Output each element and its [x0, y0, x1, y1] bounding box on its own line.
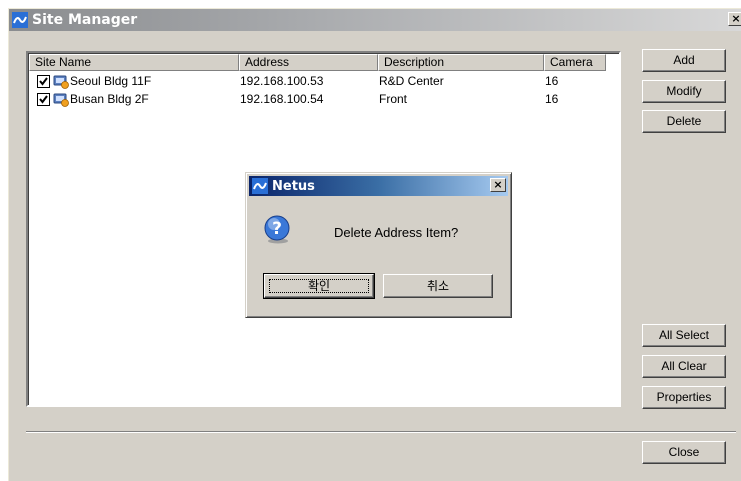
- row-checkbox[interactable]: [37, 93, 50, 106]
- list-header: Site Name Address Description Camera: [29, 54, 606, 71]
- cancel-button-label: 취소: [426, 279, 450, 293]
- row-checkbox[interactable]: [37, 75, 50, 88]
- all-select-button[interactable]: All Select: [642, 324, 726, 347]
- camera-cell: 16: [545, 92, 559, 106]
- column-camera[interactable]: Camera: [544, 54, 606, 71]
- site-icon: [53, 75, 69, 89]
- table-row[interactable]: Busan Bldg 2F 192.168.100.54 Front 16: [29, 90, 619, 108]
- dialog-message: Delete Address Item?: [334, 225, 459, 240]
- description-cell: Front: [379, 92, 408, 106]
- question-icon: ?: [264, 215, 290, 244]
- camera-cell: 16: [545, 74, 559, 88]
- modify-button[interactable]: Modify: [642, 80, 726, 103]
- all-clear-button[interactable]: All Clear: [642, 355, 726, 378]
- site-name-cell: Seoul Bldg 11F: [70, 74, 152, 88]
- site-icon: [53, 93, 69, 107]
- add-button[interactable]: Add: [642, 49, 726, 72]
- address-cell: 192.168.100.54: [240, 92, 324, 106]
- confirm-dialog: Netus × ? Delete Address Item? 확인 취소: [245, 172, 512, 318]
- window-title: Site Manager: [32, 12, 138, 28]
- app-icon: [252, 178, 268, 194]
- svg-text:?: ?: [272, 219, 282, 239]
- cancel-button[interactable]: 취소: [383, 274, 493, 298]
- focus-ring: [269, 279, 369, 293]
- column-site-name[interactable]: Site Name: [29, 54, 239, 71]
- title-bar[interactable]: Site Manager ×: [9, 9, 741, 31]
- table-row[interactable]: Seoul Bldg 11F 192.168.100.53 R&D Center…: [29, 72, 619, 90]
- divider: [26, 431, 736, 433]
- close-button[interactable]: Close: [642, 441, 726, 464]
- properties-button[interactable]: Properties: [642, 386, 726, 409]
- ok-button[interactable]: 확인: [263, 273, 375, 299]
- site-name-cell: Busan Bldg 2F: [70, 92, 149, 106]
- delete-button[interactable]: Delete: [642, 110, 726, 133]
- description-cell: R&D Center: [379, 74, 444, 88]
- address-cell: 192.168.100.53: [240, 74, 324, 88]
- app-icon: [12, 12, 28, 28]
- checkmark-icon: [39, 95, 48, 104]
- column-address[interactable]: Address: [239, 54, 378, 71]
- dialog-title-bar[interactable]: Netus ×: [249, 176, 508, 196]
- close-icon[interactable]: ×: [490, 178, 506, 192]
- checkmark-icon: [39, 77, 48, 86]
- column-description[interactable]: Description: [378, 54, 544, 71]
- close-icon[interactable]: ×: [728, 12, 741, 26]
- dialog-title: Netus: [272, 178, 315, 194]
